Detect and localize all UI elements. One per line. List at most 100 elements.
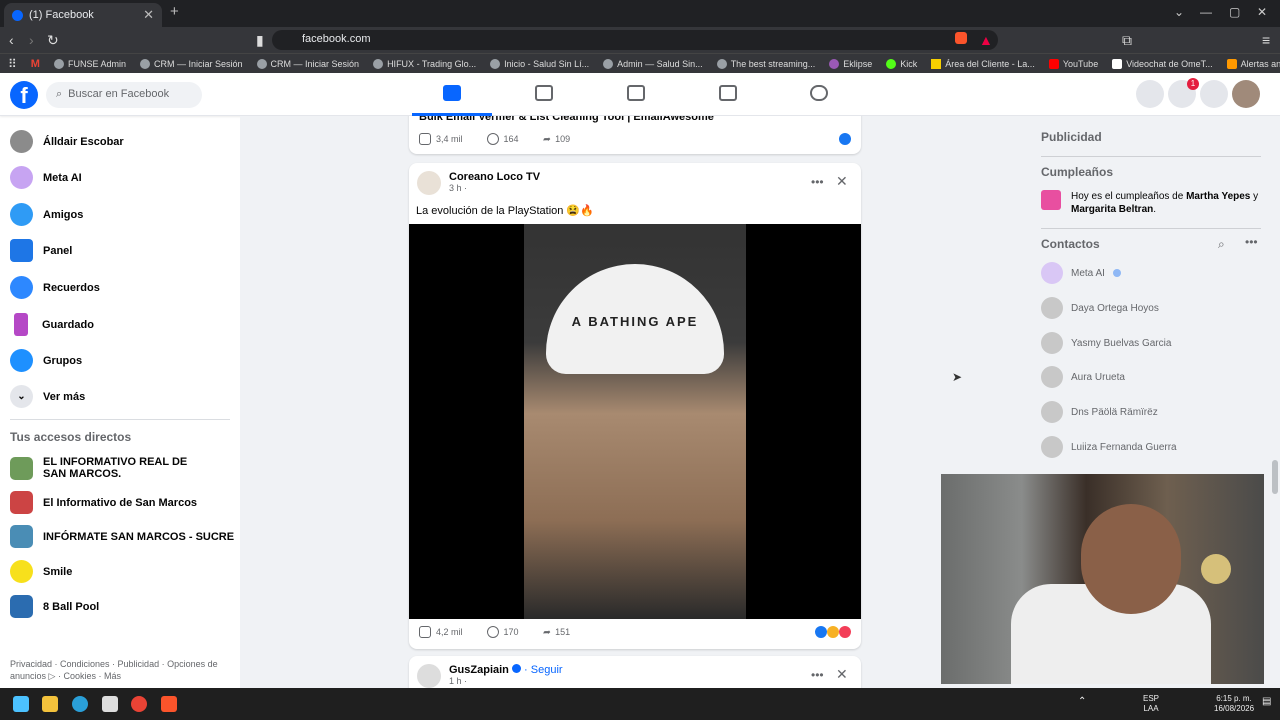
brave-rewards-icon[interactable]: ▲	[979, 32, 993, 48]
like-button[interactable]: 3,4 mil	[419, 133, 463, 145]
video-cap: A BATHING APE	[546, 264, 724, 374]
bookmark-item[interactable]: The best streaming...	[716, 58, 815, 69]
back-icon[interactable]: ‹	[9, 32, 14, 48]
new-tab-icon[interactable]: +	[170, 3, 179, 20]
sidebar-item-memories[interactable]: Recuerdos	[10, 276, 100, 299]
contact-item[interactable]: Yasmy Buelvas Garcia	[1041, 332, 1171, 354]
more-options-icon[interactable]: •••	[811, 668, 824, 682]
comment-button[interactable]: 170	[486, 626, 519, 638]
contact-item[interactable]: Aura Urueta	[1041, 366, 1125, 388]
contact-item[interactable]: Dns Päölä Rämïrëz	[1041, 401, 1158, 423]
close-window-icon[interactable]: ✕	[1257, 5, 1267, 19]
brave-shield-icon[interactable]	[955, 32, 967, 44]
post-author[interactable]: GusZapiain	[449, 664, 509, 676]
tab-search-icon[interactable]: ⌄	[1174, 5, 1184, 19]
browser-tab[interactable]: (1) Facebook ✕	[4, 3, 162, 27]
bookmark-item[interactable]: HIFUX - Trading Glo...	[373, 58, 476, 69]
contact-item[interactable]: Luiiza Fernanda Guerra	[1041, 436, 1177, 458]
sidebar-item-profile[interactable]: Álldair Escobar	[10, 130, 124, 153]
menu-icon[interactable]: ≡	[1262, 32, 1270, 48]
like-reaction-icon[interactable]	[839, 133, 851, 145]
bookmark-item[interactable]: Inicio - Salud Sin Lí...	[490, 58, 589, 69]
profile-avatar[interactable]	[1232, 80, 1260, 108]
close-tab-icon[interactable]: ✕	[143, 7, 154, 23]
post-author[interactable]: Coreano Loco TV	[449, 171, 540, 183]
language-indicator[interactable]: ESP LAA	[1143, 694, 1159, 714]
windows-start-icon[interactable]	[13, 696, 29, 712]
like-button[interactable]: 4,2 mil	[419, 626, 463, 638]
post-time[interactable]: 3 h ·	[449, 183, 540, 193]
bookmark-item[interactable]: Eklipse	[829, 58, 872, 69]
shortcut-item[interactable]: Smile	[10, 560, 72, 583]
file-explorer-icon[interactable]	[42, 696, 58, 712]
bookmark-item[interactable]: FUNSE Admin	[53, 58, 126, 69]
sidebar-item-panel[interactable]: Panel	[10, 239, 72, 262]
bookmark-item[interactable]: Alertas animadas de...	[1226, 58, 1280, 69]
scrollbar-thumb[interactable]	[1272, 460, 1278, 494]
extensions-icon[interactable]: ⧉	[1122, 32, 1132, 49]
close-post-icon[interactable]: ✕	[836, 173, 848, 190]
url-bar[interactable]: facebook.com	[272, 30, 998, 50]
shortcut-item[interactable]: EL INFORMATIVO REAL DE SAN MARCOS.	[10, 456, 210, 480]
marketplace-icon[interactable]	[719, 85, 737, 101]
bookmark-item[interactable]: Kick	[886, 58, 917, 69]
notification-badge: 1	[1187, 78, 1199, 90]
scrollbar[interactable]	[1270, 116, 1280, 688]
author-avatar[interactable]	[417, 171, 441, 195]
contact-item[interactable]: Daya Ortega Hoyos	[1041, 297, 1159, 319]
maximize-icon[interactable]: ▢	[1229, 5, 1240, 19]
close-post-icon[interactable]: ✕	[836, 666, 848, 683]
gaming-icon[interactable]	[810, 85, 828, 101]
gmail-icon[interactable]: M	[31, 58, 40, 70]
share-button[interactable]: ➦ 151	[543, 627, 571, 638]
brave-icon[interactable]	[161, 696, 177, 712]
groups-feed-icon[interactable]	[627, 85, 645, 101]
home-icon[interactable]	[443, 85, 461, 101]
menu-grid-icon[interactable]	[1136, 80, 1164, 108]
search-input[interactable]: ⌕ Buscar en Facebook	[46, 82, 202, 108]
notifications-icon[interactable]	[1200, 80, 1228, 108]
author-avatar[interactable]	[417, 664, 441, 688]
forward-icon[interactable]: ›	[29, 32, 34, 48]
sidebar-item-meta-ai[interactable]: Meta AI	[10, 166, 82, 189]
video-icon[interactable]	[535, 85, 553, 101]
post-time[interactable]: 1 h ·	[449, 676, 563, 686]
search-contacts-icon[interactable]: ⌕	[1218, 237, 1225, 252]
reload-icon[interactable]: ↻	[47, 32, 59, 49]
shortcut-item[interactable]: INFÓRMATE SAN MARCOS - SUCRE	[10, 525, 234, 548]
post-video[interactable]: A BATHING APE	[409, 224, 861, 619]
sidebar-item-saved[interactable]: Guardado	[10, 313, 94, 336]
bookmark-item[interactable]: Área del Cliente - La...	[931, 58, 1035, 69]
share-button[interactable]: ➦ 109	[543, 134, 571, 145]
birthday-notice[interactable]: Hoy es el cumpleaños de Martha Yepes y M…	[1041, 190, 1266, 216]
contact-item[interactable]: Meta AI	[1041, 262, 1121, 284]
facebook-logo[interactable]: f	[10, 81, 38, 109]
sidebar-item-see-more[interactable]: ⌄ Ver más	[10, 385, 85, 408]
more-options-icon[interactable]: •••	[811, 175, 824, 189]
sidebar-item-groups[interactable]: Grupos	[10, 349, 82, 372]
contacts-options-icon[interactable]: •••	[1245, 235, 1258, 249]
bookmark-icon[interactable]: ▮	[256, 32, 264, 49]
clock[interactable]: 6:15 p. m. 16/08/2026	[1214, 694, 1254, 714]
comment-button[interactable]: 164	[486, 133, 519, 145]
shortcut-item[interactable]: El Informativo de San Marcos	[10, 491, 197, 514]
notification-center-icon[interactable]: ▤	[1262, 697, 1271, 707]
minimize-icon[interactable]: —	[1200, 5, 1212, 19]
bookmark-item[interactable]: Admin — Salud Sin...	[603, 58, 703, 69]
chrome-icon[interactable]	[131, 696, 147, 712]
bookmark-item[interactable]: CRM — Iniciar Sesión	[256, 58, 359, 69]
follow-link[interactable]: · Seguir	[524, 664, 563, 676]
bookmark-item[interactable]: Videochat de OmeT...	[1112, 58, 1213, 69]
shortcut-item[interactable]: 8 Ball Pool	[10, 595, 99, 618]
bookmark-item[interactable]: CRM — Iniciar Sesión	[140, 58, 243, 69]
like-icon	[419, 133, 431, 145]
apps-icon[interactable]: ⠿	[8, 57, 17, 71]
footer-links[interactable]: Privacidad · Condiciones · Publicidad · …	[10, 658, 220, 682]
store-icon[interactable]	[102, 696, 118, 712]
post-title[interactable]: Bulk Email Verifier & List Cleaning Tool…	[409, 116, 861, 124]
sidebar-item-friends[interactable]: Amigos	[10, 203, 83, 226]
edge-icon[interactable]	[72, 696, 88, 712]
bookmark-item[interactable]: YouTube	[1048, 58, 1098, 69]
show-hidden-icons[interactable]: ⌃	[1078, 697, 1086, 707]
reactions-icon[interactable]	[815, 626, 851, 638]
